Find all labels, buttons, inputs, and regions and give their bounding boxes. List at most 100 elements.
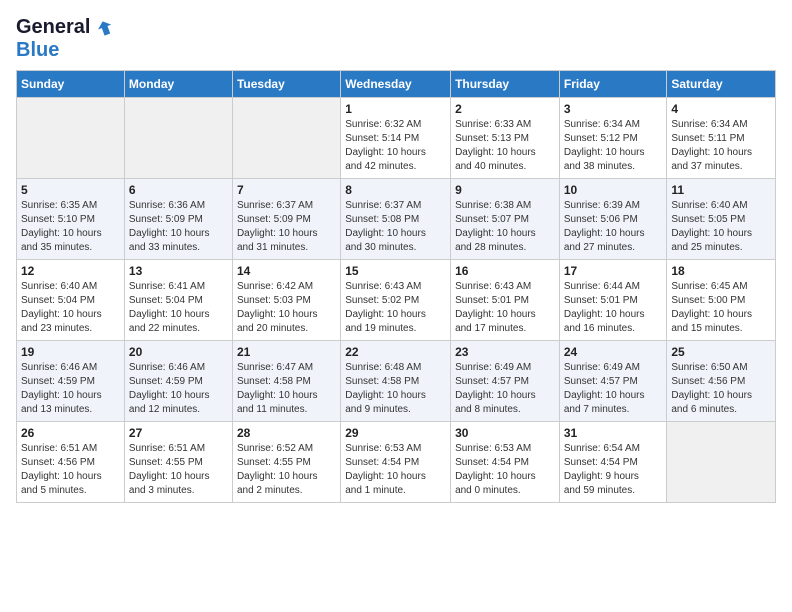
page-header: General Blue <box>16 16 776 62</box>
day-info: Sunrise: 6:42 AMSunset: 5:03 PMDaylight:… <box>237 280 336 336</box>
calendar-cell: 26 Sunrise: 6:51 AMSunset: 4:56 PMDayligh… <box>17 422 125 503</box>
day-number: 22 <box>345 345 446 359</box>
day-info: Sunrise: 6:45 AMSunset: 5:00 PMDaylight:… <box>671 280 771 336</box>
calendar-cell: 31 Sunrise: 6:54 AMSunset: 4:54 PMDayligh… <box>559 422 667 503</box>
day-info: Sunrise: 6:36 AMSunset: 5:09 PMDaylight:… <box>129 199 228 255</box>
calendar-cell: 28 Sunrise: 6:52 AMSunset: 4:55 PMDayligh… <box>232 422 340 503</box>
day-number: 31 <box>564 426 663 440</box>
logo-general-text: General <box>16 16 90 39</box>
calendar-cell: 21Sunrise: 6:47 AMSunset: 4:58 PMDayligh… <box>232 341 340 422</box>
calendar-cell: 16Sunrise: 6:43 AMSunset: 5:01 PMDayligh… <box>451 260 560 341</box>
calendar-cell: 10 Sunrise: 6:39 AMSunset: 5:06 PMDayligh… <box>559 179 667 260</box>
day-info: Sunrise: 6:50 AMSunset: 4:56 PMDaylight:… <box>671 361 771 417</box>
calendar-cell <box>124 98 232 179</box>
day-info: Sunrise: 6:46 AMSunset: 4:59 PMDaylight:… <box>21 361 120 417</box>
day-number: 20 <box>129 345 228 359</box>
day-number: 1 <box>345 102 446 116</box>
day-info: Sunrise: 6:38 AMSunset: 5:07 PMDaylight:… <box>455 199 555 255</box>
day-number: 27 <box>129 426 228 440</box>
weekday-header-saturday: Saturday <box>667 71 776 98</box>
calendar-cell: 2Sunrise: 6:33 AMSunset: 5:13 PMDaylight… <box>451 98 560 179</box>
weekday-header-sunday: Sunday <box>17 71 125 98</box>
day-info: Sunrise: 6:54 AMSunset: 4:54 PMDaylight:… <box>564 442 663 498</box>
day-info: Sunrise: 6:39 AMSunset: 5:06 PMDaylight:… <box>564 199 663 255</box>
logo-bird-icon <box>94 17 116 39</box>
day-info: Sunrise: 6:37 AMSunset: 5:09 PMDaylight:… <box>237 199 336 255</box>
calendar-cell: 13 Sunrise: 6:41 AMSunset: 5:04 PMDayligh… <box>124 260 232 341</box>
weekday-header-row: SundayMondayTuesdayWednesdayThursdayFrid… <box>17 71 776 98</box>
calendar-cell: 19 Sunrise: 6:46 AMSunset: 4:59 PMDayligh… <box>17 341 125 422</box>
calendar-cell: 1 Sunrise: 6:32 AMSunset: 5:14 PMDaylight… <box>341 98 451 179</box>
calendar-cell: 27 Sunrise: 6:51 AMSunset: 4:55 PMDayligh… <box>124 422 232 503</box>
calendar-cell: 29 Sunrise: 6:53 AMSunset: 4:54 PMDayligh… <box>341 422 451 503</box>
day-number: 2 <box>455 102 555 116</box>
day-number: 13 <box>129 264 228 278</box>
day-info: Sunrise: 6:53 AMSunset: 4:54 PMDaylight:… <box>455 442 555 498</box>
day-number: 29 <box>345 426 446 440</box>
day-number: 17 <box>564 264 663 278</box>
day-number: 26 <box>21 426 120 440</box>
day-number: 28 <box>237 426 336 440</box>
day-number: 5 <box>21 183 120 197</box>
day-number: 30 <box>455 426 555 440</box>
day-info: Sunrise: 6:41 AMSunset: 5:04 PMDaylight:… <box>129 280 228 336</box>
calendar-cell: 11Sunrise: 6:40 AMSunset: 5:05 PMDayligh… <box>667 179 776 260</box>
calendar-cell <box>17 98 125 179</box>
calendar-cell: 5 Sunrise: 6:35 AMSunset: 5:10 PMDaylight… <box>17 179 125 260</box>
calendar-cell: 25 Sunrise: 6:50 AMSunset: 4:56 PMDayligh… <box>667 341 776 422</box>
calendar-cell: 24 Sunrise: 6:49 AMSunset: 4:57 PMDayligh… <box>559 341 667 422</box>
day-number: 14 <box>237 264 336 278</box>
calendar-week-row: 5 Sunrise: 6:35 AMSunset: 5:10 PMDaylight… <box>17 179 776 260</box>
calendar-cell: 6 Sunrise: 6:36 AMSunset: 5:09 PMDaylight… <box>124 179 232 260</box>
weekday-header-friday: Friday <box>559 71 667 98</box>
calendar-cell: 12Sunrise: 6:40 AMSunset: 5:04 PMDayligh… <box>17 260 125 341</box>
day-number: 4 <box>671 102 771 116</box>
day-number: 18 <box>671 264 771 278</box>
day-info: Sunrise: 6:35 AMSunset: 5:10 PMDaylight:… <box>21 199 120 255</box>
calendar-cell: 23Sunrise: 6:49 AMSunset: 4:57 PMDayligh… <box>451 341 560 422</box>
day-number: 21 <box>237 345 336 359</box>
calendar-cell: 18 Sunrise: 6:45 AMSunset: 5:00 PMDayligh… <box>667 260 776 341</box>
calendar-cell: 15Sunrise: 6:43 AMSunset: 5:02 PMDayligh… <box>341 260 451 341</box>
day-number: 9 <box>455 183 555 197</box>
day-info: Sunrise: 6:49 AMSunset: 4:57 PMDaylight:… <box>564 361 663 417</box>
calendar-cell: 17 Sunrise: 6:44 AMSunset: 5:01 PMDayligh… <box>559 260 667 341</box>
calendar-cell: 9 Sunrise: 6:38 AMSunset: 5:07 PMDaylight… <box>451 179 560 260</box>
calendar-week-row: 12Sunrise: 6:40 AMSunset: 5:04 PMDayligh… <box>17 260 776 341</box>
logo: General Blue <box>16 16 116 62</box>
calendar-cell: 20 Sunrise: 6:46 AMSunset: 4:59 PMDayligh… <box>124 341 232 422</box>
calendar-cell: 8Sunrise: 6:37 AMSunset: 5:08 PMDaylight… <box>341 179 451 260</box>
day-info: Sunrise: 6:51 AMSunset: 4:55 PMDaylight:… <box>129 442 228 498</box>
calendar-week-row: 26 Sunrise: 6:51 AMSunset: 4:56 PMDayligh… <box>17 422 776 503</box>
calendar-cell: 30 Sunrise: 6:53 AMSunset: 4:54 PMDayligh… <box>451 422 560 503</box>
day-info: Sunrise: 6:43 AMSunset: 5:01 PMDaylight:… <box>455 280 555 336</box>
day-info: Sunrise: 6:53 AMSunset: 4:54 PMDaylight:… <box>345 442 446 498</box>
calendar-cell: 7Sunrise: 6:37 AMSunset: 5:09 PMDaylight… <box>232 179 340 260</box>
day-info: Sunrise: 6:32 AMSunset: 5:14 PMDaylight:… <box>345 118 446 174</box>
day-number: 10 <box>564 183 663 197</box>
day-number: 6 <box>129 183 228 197</box>
day-info: Sunrise: 6:40 AMSunset: 5:04 PMDaylight:… <box>21 280 120 336</box>
calendar-week-row: 19 Sunrise: 6:46 AMSunset: 4:59 PMDayligh… <box>17 341 776 422</box>
day-info: Sunrise: 6:52 AMSunset: 4:55 PMDaylight:… <box>237 442 336 498</box>
calendar-week-row: 1 Sunrise: 6:32 AMSunset: 5:14 PMDaylight… <box>17 98 776 179</box>
day-info: Sunrise: 6:46 AMSunset: 4:59 PMDaylight:… <box>129 361 228 417</box>
day-info: Sunrise: 6:34 AMSunset: 5:11 PMDaylight:… <box>671 118 771 174</box>
weekday-header-monday: Monday <box>124 71 232 98</box>
calendar-cell <box>232 98 340 179</box>
day-info: Sunrise: 6:37 AMSunset: 5:08 PMDaylight:… <box>345 199 446 255</box>
day-number: 15 <box>345 264 446 278</box>
day-info: Sunrise: 6:48 AMSunset: 4:58 PMDaylight:… <box>345 361 446 417</box>
day-number: 24 <box>564 345 663 359</box>
day-info: Sunrise: 6:40 AMSunset: 5:05 PMDaylight:… <box>671 199 771 255</box>
weekday-header-tuesday: Tuesday <box>232 71 340 98</box>
day-number: 3 <box>564 102 663 116</box>
calendar-table: SundayMondayTuesdayWednesdayThursdayFrid… <box>16 70 776 503</box>
day-info: Sunrise: 6:51 AMSunset: 4:56 PMDaylight:… <box>21 442 120 498</box>
day-info: Sunrise: 6:44 AMSunset: 5:01 PMDaylight:… <box>564 280 663 336</box>
weekday-header-thursday: Thursday <box>451 71 560 98</box>
day-number: 23 <box>455 345 555 359</box>
weekday-header-wednesday: Wednesday <box>341 71 451 98</box>
day-number: 25 <box>671 345 771 359</box>
day-number: 19 <box>21 345 120 359</box>
